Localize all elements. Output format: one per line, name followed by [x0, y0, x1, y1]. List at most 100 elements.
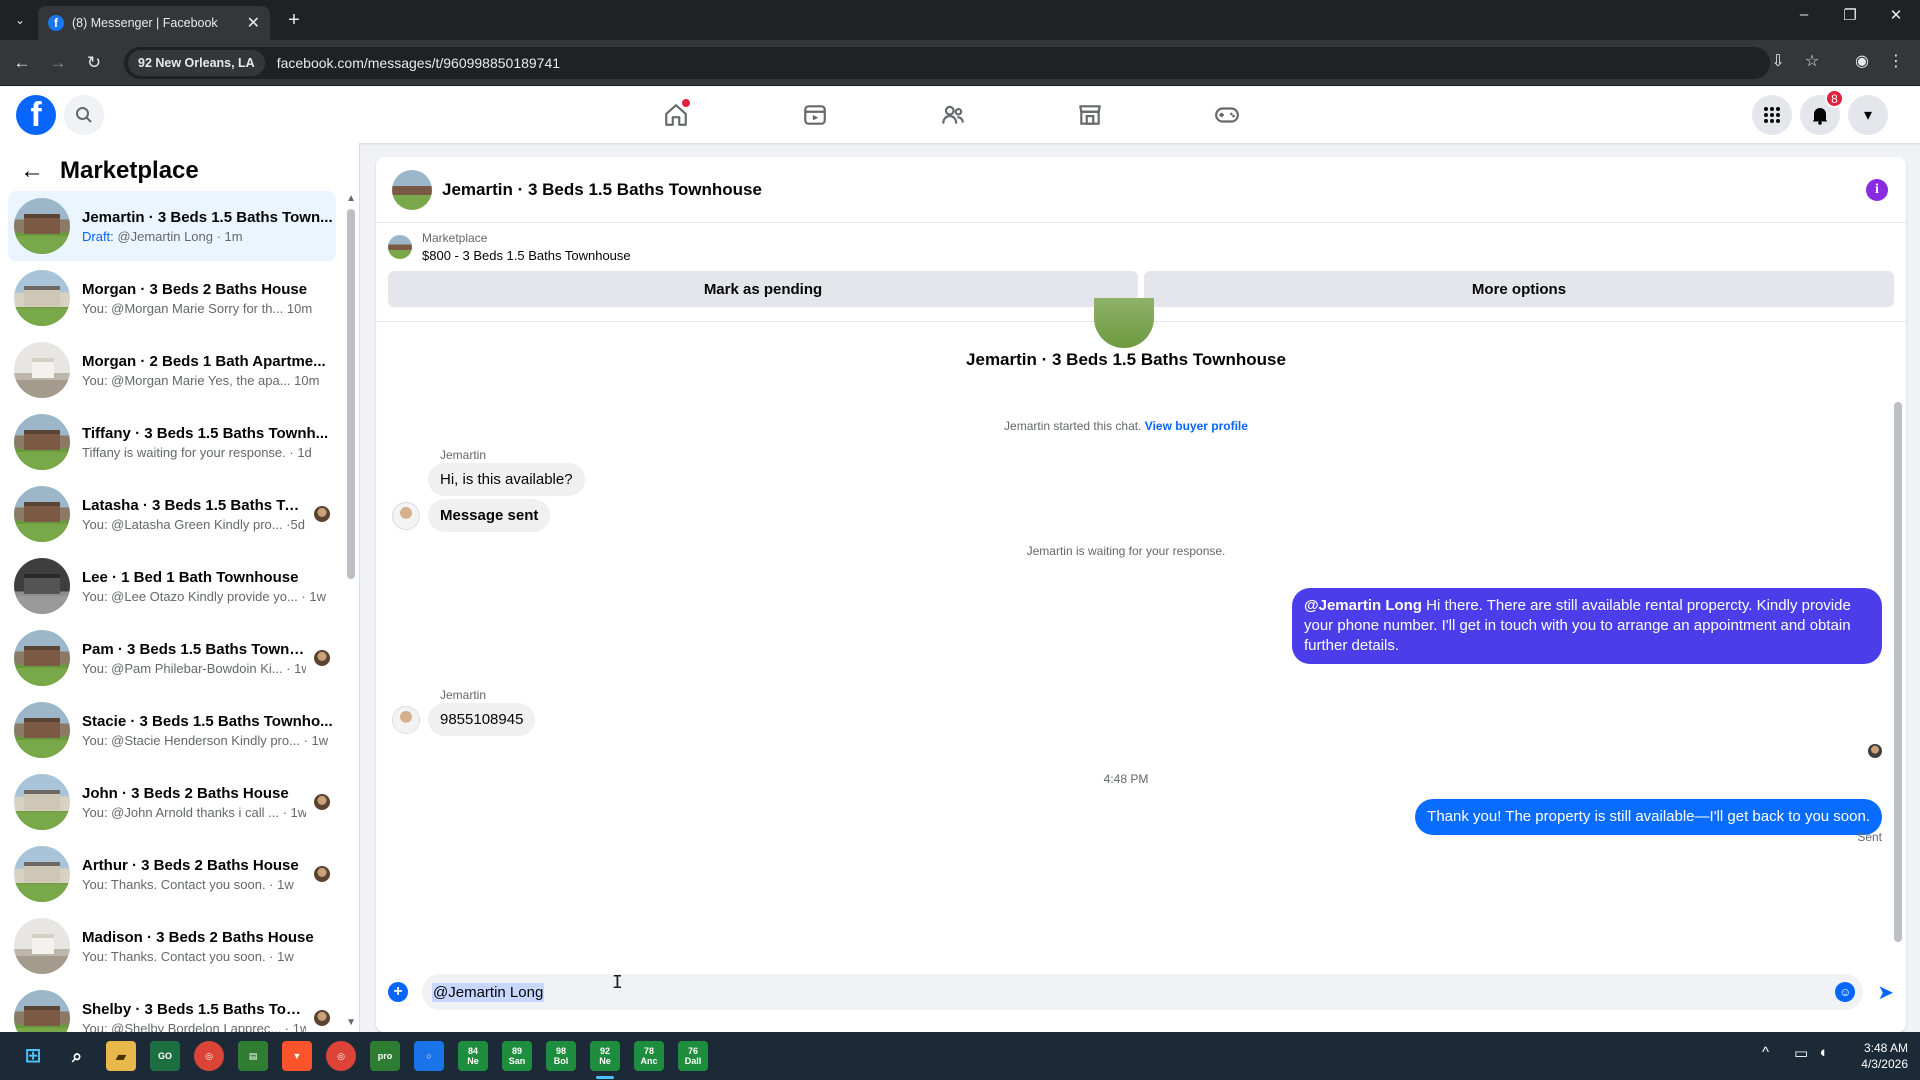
- minimize-window-icon[interactable]: –: [1784, 6, 1824, 23]
- search-icon[interactable]: [64, 95, 104, 135]
- chrome-icon[interactable]: ◎: [194, 1041, 224, 1071]
- conversation-item-pam[interactable]: Pam · 3 Beds 1.5 Baths Townh... You: @Pa…: [8, 623, 336, 693]
- browser-tab-messenger[interactable]: f (8) Messenger | Facebook ✕: [38, 6, 270, 40]
- gaming-icon[interactable]: [1207, 95, 1247, 135]
- browser-menu-icon[interactable]: ⋮: [1884, 51, 1908, 71]
- message-input-text[interactable]: @Jemartin Long: [432, 982, 545, 1002]
- chrome-profile-icon[interactable]: ◎: [326, 1041, 356, 1071]
- mark-as-pending-button[interactable]: Mark as pending: [388, 271, 1138, 307]
- conversation-preview: You: Thanks. Contact you soon. · 1w: [82, 876, 294, 892]
- buyer-avatar[interactable]: [392, 706, 420, 734]
- more-options-button[interactable]: More options: [1144, 271, 1894, 307]
- message-composer: + @Jemartin Long ☺ ➤: [376, 962, 1906, 1022]
- bookmark-star-icon[interactable]: ☆: [1800, 51, 1824, 71]
- conversation-name: Arthur · 3 Beds 2 Baths House: [82, 856, 299, 874]
- profile-icon[interactable]: ◉: [1850, 51, 1874, 71]
- reload-icon[interactable]: ↻: [82, 51, 106, 75]
- notifications-bell-icon[interactable]: 8: [1800, 89, 1844, 135]
- mention-jemartin[interactable]: @Jemartin Long: [1304, 597, 1422, 614]
- seen-avatar: [314, 794, 330, 810]
- add-attachment-plus-icon[interactable]: +: [388, 982, 408, 1002]
- conversation-item-jemartin[interactable]: Jemartin · 3 Beds 1.5 Baths Town... Draf…: [8, 191, 336, 261]
- outgoing-message[interactable]: @Jemartin Long Hi there. There are still…: [1292, 588, 1882, 664]
- facebook-logo-icon[interactable]: f: [16, 95, 56, 135]
- app-icon[interactable]: GO: [150, 1041, 180, 1071]
- back-arrow-icon[interactable]: ←: [20, 157, 44, 185]
- conversation-name: Tiffany · 3 Beds 1.5 Baths Townh...: [82, 424, 329, 442]
- show-hidden-icons-chevron-icon[interactable]: ^: [1762, 1044, 1769, 1061]
- url-text[interactable]: facebook.com/messages/t/960998850189741: [277, 55, 560, 71]
- sidebar-scrollbar[interactable]: [347, 209, 355, 579]
- listing-thumbnail: [14, 990, 70, 1032]
- close-tab-icon[interactable]: ✕: [247, 13, 260, 33]
- home-icon[interactable]: [656, 95, 696, 135]
- chat-panel: Jemartin · 3 Beds 1.5 Baths Townhouse i …: [376, 157, 1906, 1032]
- taskbar-app-0[interactable]: 84 Ne: [458, 1041, 488, 1071]
- buyer-avatar[interactable]: [392, 502, 420, 530]
- friends-icon[interactable]: [933, 95, 973, 135]
- taskbar-app-3[interactable]: 92 Ne: [590, 1041, 620, 1071]
- conversation-item-lee[interactable]: Lee · 1 Bed 1 Bath Townhouse You: @Lee O…: [8, 551, 336, 621]
- incoming-message-card[interactable]: Message sent: [428, 499, 551, 532]
- location-chip[interactable]: 92 New Orleans, LA: [128, 50, 265, 76]
- marketplace-label: Marketplace: [422, 231, 488, 245]
- windows-start-icon[interactable]: ⊞: [18, 1041, 48, 1071]
- conversation-item-morgan-house[interactable]: Morgan · 3 Beds 2 Baths House You: @Morg…: [8, 263, 336, 333]
- incoming-message[interactable]: Hi, is this available?: [428, 463, 585, 496]
- account-chevron-down-icon[interactable]: ▾: [1848, 95, 1888, 135]
- volume-icon[interactable]: ◖: [1818, 1044, 1827, 1061]
- message-input[interactable]: @Jemartin Long ☺: [422, 974, 1864, 1010]
- facebook-header: f 8 ▾: [0, 87, 1920, 143]
- outgoing-message[interactable]: Thank you! The property is still availab…: [1415, 799, 1882, 835]
- chat-listing-thumbnail[interactable]: [392, 169, 432, 210]
- conversation-item-stacie[interactable]: Stacie · 3 Beds 1.5 Baths Townho... You:…: [8, 695, 336, 765]
- close-window-icon[interactable]: ✕: [1876, 6, 1916, 24]
- search-icon[interactable]: ⌕: [62, 1041, 92, 1071]
- conversation-item-tiffany[interactable]: Tiffany · 3 Beds 1.5 Baths Townh... Tiff…: [8, 407, 336, 477]
- thread-scrollbar[interactable]: [1894, 402, 1902, 942]
- network-icon[interactable]: ▭: [1794, 1044, 1808, 1062]
- listing-thumbnail: [14, 630, 70, 686]
- conversation-item-madison[interactable]: Madison · 3 Beds 2 Baths House You: Than…: [8, 911, 336, 981]
- clock-date: 4/3/2026: [1861, 1057, 1908, 1071]
- taskbar-app-2[interactable]: 98 Bol: [546, 1041, 576, 1071]
- emoji-icon[interactable]: ☺: [1835, 982, 1856, 1002]
- taskbar-app-4[interactable]: 78 Anc: [634, 1041, 664, 1071]
- marketplace-listing-banner[interactable]: Marketplace $800 - 3 Beds 1.5 Baths Town…: [376, 223, 1906, 271]
- address-bar[interactable]: 92 New Orleans, LA facebook.com/messages…: [124, 47, 1770, 79]
- file-explorer-icon[interactable]: ▰: [106, 1041, 136, 1071]
- waiting-notice: Jemartin is waiting for your response.: [1026, 544, 1226, 558]
- app-icon[interactable]: pro: [370, 1041, 400, 1071]
- seen-avatar: [314, 506, 330, 522]
- forward-arrow-icon[interactable]: →: [46, 51, 70, 75]
- conversation-item-shelby[interactable]: Shelby · 3 Beds 1.5 Baths Tow... You: @S…: [8, 983, 336, 1032]
- view-buyer-profile-link[interactable]: View buyer profile: [1145, 419, 1248, 433]
- tab-search-dropdown-icon[interactable]: ⌄: [8, 8, 32, 32]
- install-app-icon[interactable]: ⇩: [1766, 51, 1790, 71]
- incoming-message[interactable]: 9855108945: [428, 703, 536, 736]
- send-icon[interactable]: ➤: [1877, 980, 1894, 1005]
- conversation-item-john[interactable]: John · 3 Beds 2 Baths House You: @John A…: [8, 767, 336, 837]
- home-notification-dot: [682, 99, 690, 107]
- video-icon[interactable]: [795, 95, 835, 135]
- taskbar-app-1[interactable]: 89 San: [502, 1041, 532, 1071]
- marketplace-icon[interactable]: [1070, 95, 1110, 135]
- conversation-item-arthur[interactable]: Arthur · 3 Beds 2 Baths House You: Thank…: [8, 839, 336, 909]
- conversation-item-latasha[interactable]: Latasha · 3 Beds 1.5 Baths Tow... You: @…: [8, 479, 336, 549]
- conversation-preview: You: @Lee Otazo Kindly provide yo... · 1…: [82, 588, 326, 604]
- sheets-icon[interactable]: ▤: [238, 1041, 268, 1071]
- menu-grid-icon[interactable]: [1752, 95, 1792, 135]
- scroll-down-arrow-icon[interactable]: ▼: [346, 1017, 356, 1028]
- new-tab-button[interactable]: +: [282, 8, 306, 32]
- scroll-up-arrow-icon[interactable]: ▲: [346, 193, 356, 204]
- back-arrow-icon[interactable]: ←: [10, 51, 34, 75]
- app-icon[interactable]: ○: [414, 1041, 444, 1071]
- conversation-name: Morgan · 2 Beds 1 Bath Apartme...: [82, 352, 326, 370]
- conversation-item-morgan-apartment[interactable]: Morgan · 2 Beds 1 Bath Apartme... You: @…: [8, 335, 336, 405]
- brave-browser-icon[interactable]: ▼: [282, 1041, 312, 1071]
- restore-window-icon[interactable]: ❐: [1830, 6, 1870, 24]
- info-icon[interactable]: i: [1866, 179, 1888, 201]
- system-clock[interactable]: 3:48 AM 4/3/2026: [1861, 1040, 1908, 1072]
- chat-title[interactable]: Jemartin · 3 Beds 1.5 Baths Townhouse: [442, 180, 762, 200]
- taskbar-app-5[interactable]: 76 Dall: [678, 1041, 708, 1071]
